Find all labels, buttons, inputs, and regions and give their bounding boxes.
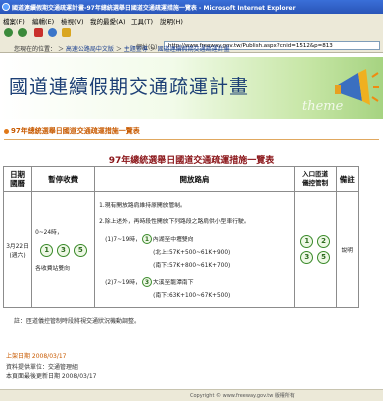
item1-route: 內湖至中壢雙向 xyxy=(152,237,194,243)
updated-date: 上架日期 2008/03/17 xyxy=(6,353,67,360)
ramp-circles-row-2: 3 5 xyxy=(296,251,335,264)
menu-view[interactable]: 檢視(V) xyxy=(61,16,84,26)
home-icon[interactable] xyxy=(62,28,71,37)
toll-cell: 0~24時， 1 3 5 各收費站雙向 xyxy=(31,191,96,308)
forward-icon[interactable] xyxy=(18,28,27,37)
remark-cell: 說明 xyxy=(335,191,360,308)
header-ramp: 入口匝道 儀控管制 xyxy=(293,166,337,192)
breadcrumb-link-home[interactable]: 高速公路局中文版 xyxy=(66,46,114,53)
banner-title: 國道連續假期交通疏運計畫 xyxy=(9,76,250,98)
item1-north: (北上:57K+500~61K+900) xyxy=(153,250,231,256)
menu-help[interactable]: 說明(H) xyxy=(160,16,183,26)
menu-file[interactable]: 檔案(F) xyxy=(3,16,25,26)
breadcrumb-prefix: 您現在的位置： xyxy=(14,46,57,53)
breadcrumb: 您現在的位置： ＞ 高速公路局中文版 ＞ 主題宣導 ＞ 國道連續假期交通疏運計畫 xyxy=(14,44,230,53)
stop-icon[interactable] xyxy=(34,28,43,37)
item1-south: (南下:57K+800~61K+700) xyxy=(153,263,231,269)
freeway-5-icon: 5 xyxy=(317,251,331,264)
table-row: 3月22日 (週六) 0~24時， 1 3 5 各收費站雙向 1.現有開放路肩維… xyxy=(2,191,360,308)
breadcrumb-separator: ＞ xyxy=(149,46,156,53)
megaphone-icon xyxy=(335,69,379,105)
header-shoulder: 開放路肩 xyxy=(94,166,295,192)
toll-time: 0~24時， xyxy=(35,230,63,236)
item1-time: (1)7~19時， xyxy=(105,237,141,243)
table-title: 97年總統選舉日國道交通疏運措施一覽表 xyxy=(108,156,275,166)
table-note: 註：匝道儀控管制時段將視交通狀況機動調整。 xyxy=(14,318,141,325)
page-banner: 國道連續假期交通疏運計畫 theme xyxy=(0,57,383,119)
section-title: 97年總統選舉日國道交通疏運措施一覽表 xyxy=(4,126,140,136)
header-date: 日期 國曆 xyxy=(2,166,33,192)
item2-route: 大溪至龍潭南下 xyxy=(152,280,194,286)
provider-info: 資料提供單位：交通管理組 xyxy=(6,364,79,371)
back-icon[interactable] xyxy=(4,28,13,37)
item2-south: (南下:63K+100~67K+500) xyxy=(153,293,231,299)
item2-time: (2)7~19時， xyxy=(105,280,141,286)
ramp-cell: 1 2 3 5 xyxy=(293,191,337,308)
toll-desc: 各收費站雙向 xyxy=(35,266,70,272)
freeway-3-icon: 3 xyxy=(141,277,152,287)
menu-favorites[interactable]: 我的最愛(A) xyxy=(90,16,126,26)
breadcrumb-link-plan[interactable]: 國道連續假期交通疏運計畫 xyxy=(158,46,230,53)
section-divider xyxy=(4,139,379,140)
menu-edit[interactable]: 編輯(E) xyxy=(32,16,54,26)
shoulder-cell: 1.現有開放路肩維持原開放管制。 2.除上述外，再時段性開放下列路段之路肩供小型… xyxy=(94,191,295,308)
date-value: 3月22日 xyxy=(6,243,29,250)
toolbar xyxy=(0,26,383,41)
window-title-bar: 國道連續假期交通疏運計畫-97年總統選舉日國道交通疏運措施一覽表 - Micro… xyxy=(0,0,383,14)
shoulder-item-2: (2)7~19時， 3 大溪至龍潭南下 xyxy=(99,277,290,287)
freeway-5-icon: 5 xyxy=(73,244,87,257)
freeway-1-icon: 1 xyxy=(300,235,314,248)
header-toll: 暫停收費 xyxy=(31,166,96,192)
freeway-2-icon: 2 xyxy=(317,235,331,248)
shoulder-line-1: 1.現有開放路肩維持原開放管制。 xyxy=(99,203,186,209)
window-title: 國道連續假期交通疏運計畫-97年總統選舉日國道交通疏運措施一覽表 - Micro… xyxy=(12,5,296,12)
freeway-1-icon: 1 xyxy=(40,244,54,257)
shoulder-item-1: (1)7~19時， 1 內湖至中壢雙向 xyxy=(99,234,290,244)
menu-tools[interactable]: 工具(T) xyxy=(131,16,153,26)
ramp-circles-row-1: 1 2 xyxy=(296,235,335,248)
ie-icon xyxy=(2,3,10,11)
shoulder-line-2: 2.除上述外，再時段性開放下列路段之路肩供小型車行駛。 xyxy=(99,219,250,225)
header-remark: 備註 xyxy=(335,166,360,192)
date-cell: 3月22日 (週六) xyxy=(2,191,33,308)
bullet-icon xyxy=(4,128,9,134)
refresh-icon[interactable] xyxy=(48,28,57,37)
measures-table: 日期 國曆 暫停收費 開放路肩 入口匝道 儀控管制 備註 3月22日 (週六) … xyxy=(2,166,360,308)
freeway-3-icon: 3 xyxy=(56,244,70,257)
weekday-value: (週六) xyxy=(9,252,26,259)
breadcrumb-separator: ＞ xyxy=(57,46,64,53)
freeway-1-icon: 1 xyxy=(141,234,152,244)
toll-circles: 1 3 5 xyxy=(39,244,93,257)
freeway-3-icon: 3 xyxy=(300,251,314,264)
table-header-row: 日期 國曆 暫停收費 開放路肩 入口匝道 儀控管制 備註 xyxy=(2,166,360,192)
breadcrumb-link-topic[interactable]: 主題宣導 xyxy=(124,46,148,53)
modified-info: 本頁面最後更新日期 2008/03/17 xyxy=(6,373,97,380)
footer-copyright: Copyright © www.freeway.gov.tw 版權所有 xyxy=(190,393,295,399)
status-bar: Copyright © www.freeway.gov.tw 版權所有 xyxy=(0,389,383,401)
breadcrumb-separator: ＞ xyxy=(115,46,122,53)
